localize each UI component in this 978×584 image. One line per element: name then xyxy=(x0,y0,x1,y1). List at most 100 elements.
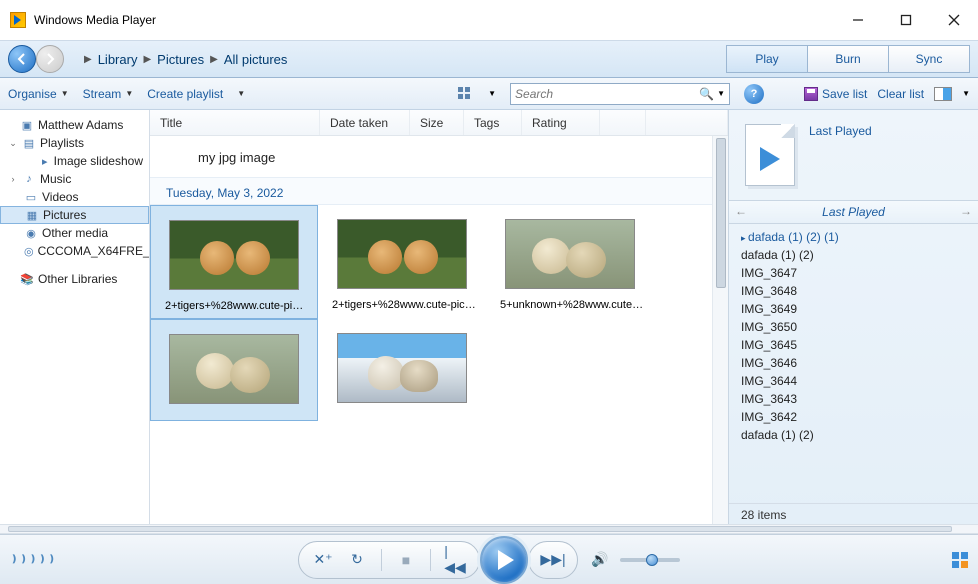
search-icon[interactable]: 🔍 xyxy=(699,87,714,101)
mute-button[interactable]: 🔊 xyxy=(590,551,610,568)
content-area: Title Date taken Size Tags Rating my jpg… xyxy=(150,110,728,524)
shuffle-button[interactable]: ✕⁺ xyxy=(313,551,333,568)
stop-button[interactable]: ■ xyxy=(396,552,416,568)
previous-button[interactable]: |◀◀ xyxy=(445,543,465,576)
next-playlist-button[interactable]: → xyxy=(960,204,972,218)
minimize-button[interactable] xyxy=(844,10,872,30)
save-list-button[interactable]: Save list xyxy=(804,87,867,101)
playlist-item[interactable]: IMG_3642 xyxy=(729,408,978,426)
save-icon xyxy=(804,87,818,101)
view-options-button[interactable] xyxy=(456,85,474,103)
play-button[interactable] xyxy=(480,536,528,584)
thumbnail-image xyxy=(337,219,467,289)
maximize-button[interactable] xyxy=(892,10,920,30)
help-button[interactable]: ? xyxy=(744,84,764,104)
organise-menu[interactable]: Organise▼ xyxy=(8,87,69,101)
playlist-item[interactable]: IMG_3648 xyxy=(729,282,978,300)
column-headers[interactable]: Title Date taken Size Tags Rating xyxy=(150,110,728,136)
sidebar-image-slideshow[interactable]: ▸Image slideshow xyxy=(0,152,149,170)
chevron-right-icon: ▶ xyxy=(84,54,92,65)
col-title[interactable]: Title xyxy=(150,110,320,135)
sidebar-pictures[interactable]: ▦Pictures xyxy=(0,206,149,224)
clear-list-button[interactable]: Clear list xyxy=(877,87,924,101)
grid-icon xyxy=(952,552,968,568)
close-button[interactable] xyxy=(940,10,968,30)
tab-play[interactable]: Play xyxy=(726,45,808,73)
stream-menu[interactable]: Stream▼ xyxy=(83,87,134,101)
search-input[interactable] xyxy=(515,87,699,101)
sidebar: ▣Matthew Adams ⌄▤Playlists ▸Image slides… xyxy=(0,110,150,524)
col-tags[interactable]: Tags xyxy=(464,110,522,135)
next-button[interactable]: ▶▶| xyxy=(543,551,563,568)
sidebar-other-libraries[interactable]: 📚Other Libraries xyxy=(0,270,149,288)
now-playing-panel: Last Played ← Last Played → dafada (1) (… xyxy=(728,110,978,524)
thumbnail-item[interactable] xyxy=(150,319,318,421)
playlist-item[interactable]: IMG_3645 xyxy=(729,336,978,354)
chevron-down-icon[interactable]: ▼ xyxy=(488,89,496,98)
sidebar-playlists[interactable]: ⌄▤Playlists xyxy=(0,134,149,152)
search-box[interactable]: 🔍 ▼ xyxy=(510,83,730,105)
sidebar-other-media[interactable]: ◉Other media xyxy=(0,224,149,242)
create-playlist-menu[interactable]: Create playlist▼ xyxy=(147,87,245,101)
vertical-scrollbar[interactable] xyxy=(712,136,728,524)
breadcrumb[interactable]: ▶ Library ▶ Pictures ▶ All pictures xyxy=(84,52,287,67)
sidebar-disc[interactable]: ◎CCCOMA_X64FRE_E xyxy=(0,242,149,260)
chevron-down-icon: ▼ xyxy=(125,89,133,98)
playlist-item[interactable]: IMG_3644 xyxy=(729,372,978,390)
music-icon: ♪ xyxy=(22,172,36,186)
chevron-right-icon: ▶ xyxy=(143,54,151,65)
sidebar-music[interactable]: ›♪Music xyxy=(0,170,149,188)
nav-row: ▶ Library ▶ Pictures ▶ All pictures Play… xyxy=(0,40,978,78)
playlist-item[interactable]: dafada (1) (2) xyxy=(729,246,978,264)
volume-slider[interactable] xyxy=(620,558,680,562)
repeat-button[interactable]: ↻ xyxy=(347,551,367,568)
chevron-down-icon: ▼ xyxy=(61,89,69,98)
playlist-item[interactable]: IMG_3643 xyxy=(729,390,978,408)
breadcrumb-library[interactable]: Library xyxy=(98,52,138,67)
switch-view-button[interactable] xyxy=(952,552,968,568)
other-media-icon: ◉ xyxy=(24,226,38,240)
chevron-down-icon[interactable]: ▼ xyxy=(717,89,725,98)
thumbnail-item[interactable]: 2+tigers+%28www.cute-pict… xyxy=(150,205,318,319)
playlist-item[interactable]: IMG_3650 xyxy=(729,318,978,336)
breadcrumb-pictures[interactable]: Pictures xyxy=(157,52,204,67)
sidebar-videos[interactable]: ▭Videos xyxy=(0,188,149,206)
chevron-down-icon[interactable]: ▼ xyxy=(962,89,970,98)
col-rating[interactable]: Rating xyxy=(522,110,600,135)
video-icon: ▭ xyxy=(24,190,38,204)
horizontal-scrollbar[interactable] xyxy=(0,524,978,534)
thumbnail-grid: my jpg image Tuesday, May 3, 2022 2+tige… xyxy=(150,136,728,524)
sidebar-user[interactable]: ▣Matthew Adams xyxy=(0,116,149,134)
col-size[interactable]: Size xyxy=(410,110,464,135)
thumbnail-item[interactable] xyxy=(318,319,486,421)
thumbnail-image xyxy=(505,219,635,289)
playlist-item[interactable]: dafada (1) (2) (1) xyxy=(729,228,978,246)
thumbnail-caption: 2+tigers+%28www.cute-pict… xyxy=(328,299,476,311)
playlist-item[interactable]: IMG_3646 xyxy=(729,354,978,372)
tab-sync[interactable]: Sync xyxy=(888,45,970,73)
player-bar: ❫❫❫❫❫ ✕⁺ ↻ ■ |◀◀ ▶▶| 🔊 xyxy=(0,534,978,584)
col-blank2[interactable] xyxy=(646,110,728,135)
back-button[interactable] xyxy=(8,45,36,73)
thumbnail-caption: 5+unknown+%28www.cute-… xyxy=(496,299,644,311)
tab-burn[interactable]: Burn xyxy=(807,45,889,73)
forward-button[interactable] xyxy=(36,45,64,73)
breadcrumb-all-pictures[interactable]: All pictures xyxy=(224,52,288,67)
playlist-item[interactable]: dafada (1) (2) xyxy=(729,426,978,444)
volume-thumb[interactable] xyxy=(646,554,658,566)
thumbnail-image xyxy=(169,334,299,404)
group-title: my jpg image xyxy=(150,136,728,177)
playlist-item-icon: ▸ xyxy=(40,154,50,168)
playlist-item-count: 28 items xyxy=(729,503,978,524)
playlist-item[interactable]: IMG_3649 xyxy=(729,300,978,318)
panel-toggle-button[interactable] xyxy=(934,87,952,101)
nav-back-forward xyxy=(8,45,64,73)
playlist-heading: ← Last Played → xyxy=(729,200,978,224)
prev-playlist-button[interactable]: ← xyxy=(735,204,747,218)
playlist-item[interactable]: IMG_3647 xyxy=(729,264,978,282)
col-blank1[interactable] xyxy=(600,110,646,135)
thumbnail-item[interactable]: 5+unknown+%28www.cute-… xyxy=(486,205,654,319)
thumbnail-item[interactable]: 2+tigers+%28www.cute-pict… xyxy=(318,205,486,319)
col-date-taken[interactable]: Date taken xyxy=(320,110,410,135)
app-icon xyxy=(10,12,26,28)
